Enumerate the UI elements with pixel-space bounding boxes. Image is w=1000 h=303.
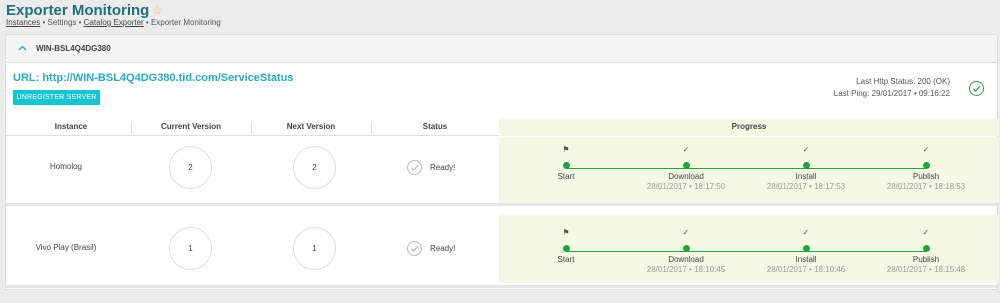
next-version-value: 1	[312, 244, 317, 253]
table-row: Homolog 2 2 Ready! ⚑ Start ✓ Download 28…	[6, 137, 999, 203]
stage-time: 28/01/2017 • 18:15:48	[886, 265, 966, 274]
table-header: Instance Current Version Next Version St…	[6, 119, 999, 136]
breadcrumb: Instances • Settings • Catalog Exporter …	[6, 18, 221, 27]
stage-label: Download	[668, 255, 704, 264]
stage-time: 28/01/2017 • 18:10:46	[766, 265, 846, 274]
breadcrumb-separator: •	[143, 18, 151, 27]
server-ok-check-icon	[969, 81, 984, 96]
stage-label: Publish	[912, 255, 940, 264]
stage-publish: ✓ Publish 28/01/2017 • 18:18:53	[866, 145, 986, 191]
stage-time: 28/01/2017 • 18:18:53	[886, 182, 966, 191]
header-current-version: Current Version	[160, 122, 221, 131]
ready-check-icon	[407, 241, 422, 256]
stage-start: ⚑ Start	[506, 228, 626, 265]
breadcrumb-separator: •	[40, 18, 48, 27]
stage-dot	[922, 162, 930, 169]
check-icon: ✓	[802, 145, 810, 154]
service-url[interactable]: URL: http://WIN-BSL4Q4DG380.tid.com/Serv…	[13, 72, 294, 84]
breadcrumb-current: Exporter Monitoring	[150, 18, 221, 27]
flag-icon: ⚑	[562, 228, 570, 237]
header-progress: Progress	[731, 122, 767, 131]
breadcrumb-separator: •	[76, 18, 84, 27]
stage-label: Download	[668, 172, 704, 181]
stage-label: Install	[795, 172, 817, 181]
header-next-version: Next Version	[286, 122, 336, 131]
row-divider	[6, 285, 997, 288]
server-name: WIN-BSL4Q4DG380	[36, 44, 111, 53]
stage-dot	[562, 245, 570, 252]
header-status: Status	[422, 122, 448, 131]
instance-name: Homolog	[49, 162, 82, 171]
stage-dot	[802, 162, 810, 169]
next-version-circle: 1	[293, 227, 336, 270]
stage-label: Install	[795, 255, 817, 264]
server-panel: WIN-BSL4Q4DG380 URL: http://WIN-BSL4Q4DG…	[5, 34, 999, 290]
page-title: Exporter Monitoring ☆	[6, 2, 162, 19]
ready-check-icon	[407, 160, 422, 175]
stage-publish: ✓ Publish 28/01/2017 • 18:15:48	[866, 228, 986, 274]
breadcrumb-settings: Settings	[47, 18, 77, 27]
stage-label: Publish	[912, 172, 940, 181]
current-version-circle: 1	[169, 227, 212, 270]
check-icon: ✓	[682, 228, 690, 237]
status-text: Ready!	[430, 244, 456, 253]
instance-name: Vivo Play (Brasil)	[35, 243, 97, 252]
check-icon: ✓	[922, 145, 930, 154]
flag-icon: ⚑	[562, 145, 570, 154]
stage-install: ✓ Install 28/01/2017 • 18:17:53	[746, 145, 866, 191]
stage-dot	[682, 245, 690, 252]
stage-install: ✓ Install 28/01/2017 • 18:10:46	[746, 228, 866, 274]
page-title-text: Exporter Monitoring	[6, 2, 150, 19]
check-icon: ✓	[682, 145, 690, 154]
check-icon: ✓	[802, 228, 810, 237]
current-version-circle: 2	[169, 146, 212, 189]
table-row: Vivo Play (Brasil) 1 1 Ready! ⚑ Start ✓ …	[6, 215, 999, 283]
next-version-value: 2	[312, 163, 317, 172]
stage-label: Start	[557, 255, 575, 264]
stage-time: 28/01/2017 • 18:17:50	[646, 182, 726, 191]
breadcrumb-catalog-exporter-link[interactable]: Catalog Exporter	[84, 18, 144, 27]
stage-time: 28/01/2017 • 18:17:53	[766, 182, 846, 191]
next-version-circle: 2	[293, 146, 336, 189]
stage-dot	[802, 245, 810, 252]
server-header-bar[interactable]: WIN-BSL4Q4DG380	[6, 35, 997, 63]
stage-dot	[922, 245, 930, 252]
stage-start: ⚑ Start	[506, 145, 626, 182]
breadcrumb-instances-link[interactable]: Instances	[6, 18, 40, 27]
chevron-up-icon[interactable]	[18, 43, 27, 54]
current-version-value: 2	[188, 163, 193, 172]
current-version-value: 1	[188, 244, 193, 253]
last-http-status: Last Http Status: 200 (OK)	[856, 77, 950, 86]
check-icon: ✓	[922, 228, 930, 237]
stage-dot	[562, 162, 570, 169]
stage-label: Start	[557, 172, 575, 181]
star-icon[interactable]: ☆	[152, 5, 162, 17]
stage-download: ✓ Download 28/01/2017 • 18:10:45	[626, 228, 746, 274]
header-instance: Instance	[54, 122, 88, 131]
last-ping: Last Ping: 29/01/2017 • 09:16:22	[833, 89, 950, 98]
row-divider	[6, 203, 997, 206]
stage-dot	[682, 162, 690, 169]
stage-time: 28/01/2017 • 18:10:45	[646, 265, 726, 274]
unregister-server-button[interactable]: UNREGISTER SERVER	[13, 90, 100, 105]
status-text: Ready!	[430, 163, 456, 172]
stage-download: ✓ Download 28/01/2017 • 18:17:50	[626, 145, 746, 191]
